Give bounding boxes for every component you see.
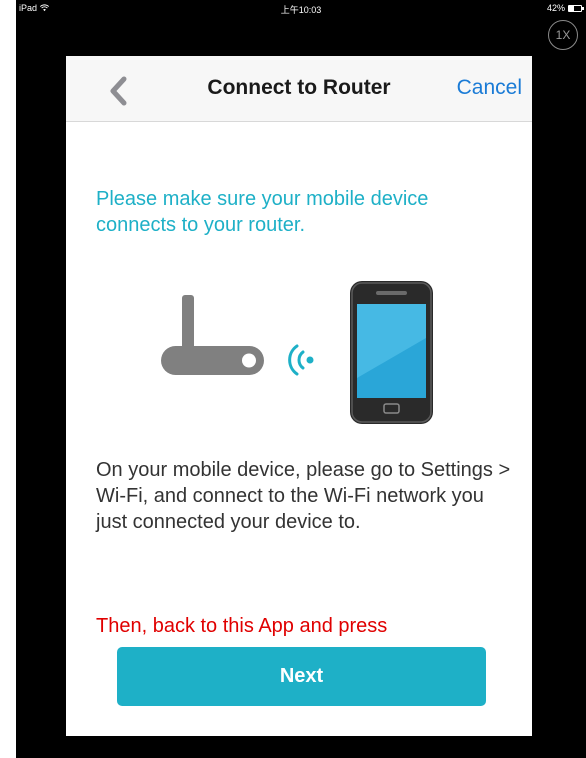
next-button-label: Next bbox=[279, 665, 324, 687]
cancel-button[interactable]: Cancel bbox=[457, 76, 522, 100]
router-icon bbox=[161, 295, 264, 375]
smartphone-icon bbox=[350, 281, 433, 424]
battery-tip bbox=[582, 6, 584, 10]
status-time: 上午10:03 bbox=[280, 5, 322, 15]
next-button[interactable]: Next bbox=[117, 647, 486, 706]
navbar: Connect to Router Cancel bbox=[66, 56, 532, 122]
zoom-button[interactable]: 1X bbox=[548, 20, 578, 50]
battery-icon bbox=[568, 4, 584, 12]
instructions-body: On your mobile device, please go to Sett… bbox=[96, 459, 511, 533]
battery-fill bbox=[569, 5, 575, 11]
warning-text: Then, back to this App and press bbox=[96, 615, 388, 637]
wifi-signal-icon bbox=[288, 344, 314, 376]
battery-percent: 42% bbox=[546, 3, 565, 13]
router-phone-illustration bbox=[161, 281, 433, 424]
status-bar: iPad 上午10:03 42% bbox=[16, 0, 586, 16]
ipad-frame: iPad 上午10:03 42% 1X Connect to Router Ca… bbox=[16, 0, 586, 758]
screen: iPad 上午10:03 42% 1X Connect to Router Ca… bbox=[0, 0, 586, 758]
instruction-text: Please make sure your mobile device conn… bbox=[96, 188, 429, 236]
connect-router-modal: Connect to Router Cancel Please make sur… bbox=[66, 56, 532, 736]
status-right: 42% bbox=[546, 3, 584, 13]
zoom-label: 1X bbox=[555, 28, 571, 42]
